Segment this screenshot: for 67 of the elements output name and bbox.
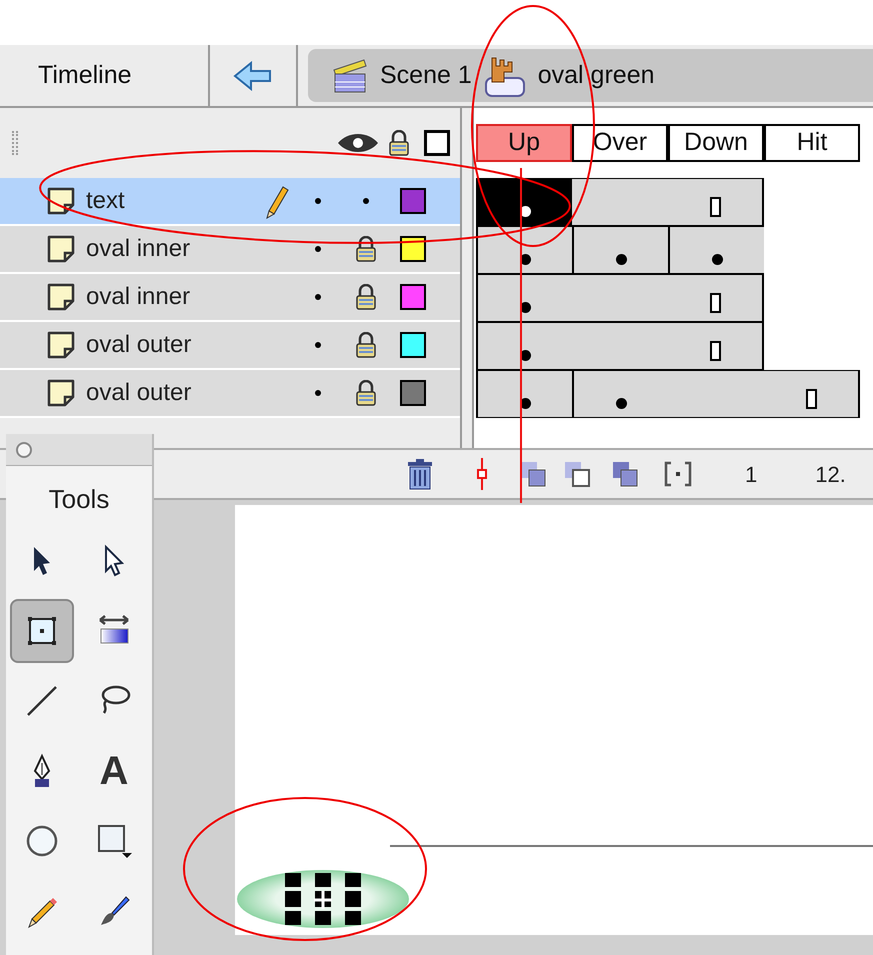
tools-title: Tools — [48, 483, 110, 516]
end-frame-marker — [710, 341, 720, 361]
frame-cell[interactable] — [668, 274, 764, 322]
layer-row[interactable]: oval inner — [0, 274, 460, 322]
frame-cell[interactable] — [572, 370, 668, 418]
layer-color-swatch[interactable] — [400, 188, 426, 214]
layer-row[interactable]: oval inner — [0, 226, 460, 274]
breadcrumb-link[interactable]: Scene 1 — [380, 56, 472, 94]
layer-name: text — [86, 186, 126, 216]
text-tool-glyph: A — [100, 751, 128, 791]
layer-row[interactable]: oval outer — [0, 322, 460, 370]
center-frame-icon[interactable] — [475, 458, 489, 490]
panel-splitter[interactable] — [460, 108, 474, 448]
layer-name: oval outer — [86, 330, 192, 360]
layer-page-icon — [46, 330, 76, 360]
circle-icon — [24, 823, 60, 859]
left-arrow-icon — [233, 60, 273, 90]
layer-page-icon — [46, 378, 76, 408]
frame-label-tab[interactable]: Down — [668, 124, 764, 162]
end-frame-marker — [710, 293, 720, 313]
end-frame-marker — [710, 197, 720, 217]
frame-cell[interactable] — [668, 322, 764, 370]
lock-column-icon — [388, 130, 410, 156]
layer-page-icon — [46, 186, 76, 216]
tool-button[interactable] — [10, 599, 74, 663]
eye-icon[interactable] — [336, 131, 380, 155]
frame-label-tab[interactable]: Over — [572, 124, 668, 162]
onion-markers-icon[interactable] — [663, 460, 693, 488]
padlock-icon — [355, 284, 377, 310]
frame-cell[interactable] — [572, 226, 668, 274]
layer-name: oval inner — [86, 282, 192, 312]
padlock-icon — [355, 380, 377, 406]
layer-name: oval inner — [86, 234, 192, 264]
frame-cell[interactable] — [572, 178, 668, 226]
trash-icon[interactable] — [405, 458, 435, 490]
layer-color-swatch[interactable] — [400, 284, 426, 310]
current-frame-number: 1 — [745, 460, 758, 488]
breadcrumb-link[interactable]: oval green — [538, 56, 654, 94]
frame-label-tab[interactable]: Up — [476, 124, 572, 162]
frame-cell[interactable] — [668, 226, 764, 274]
square-icon — [96, 823, 132, 859]
layer-color-swatch[interactable] — [400, 236, 426, 262]
panel-close-button[interactable] — [16, 442, 32, 458]
frame-cell[interactable] — [476, 274, 572, 322]
frame-cell[interactable] — [476, 322, 572, 370]
frame-cell[interactable] — [764, 370, 860, 418]
layer-row[interactable]: text — [0, 178, 460, 226]
layer-color-swatch[interactable] — [400, 332, 426, 358]
tool-button[interactable]: A — [82, 739, 146, 803]
frame-cell[interactable] — [668, 178, 764, 226]
padlock-icon — [355, 332, 377, 358]
frame-rate-value: 12. — [815, 460, 846, 488]
layer-row[interactable]: oval outer — [0, 370, 460, 418]
frame-label-tab[interactable]: Hit — [764, 124, 860, 162]
frame-cell[interactable] — [476, 370, 572, 418]
outline-square-icon[interactable] — [424, 130, 450, 156]
timeline-tab[interactable]: Timeline — [0, 45, 210, 106]
padlock-icon — [355, 236, 377, 262]
grip-handle[interactable] — [12, 131, 18, 155]
layer-name: oval outer — [86, 378, 192, 408]
frame-cell[interactable] — [476, 178, 572, 226]
frame-cell[interactable] — [476, 226, 572, 274]
onion-outline-icon[interactable] — [563, 460, 593, 488]
layer-color-swatch[interactable] — [400, 380, 426, 406]
end-frame-marker — [806, 389, 816, 409]
layer-page-icon — [46, 234, 76, 264]
layer-page-icon — [46, 282, 76, 312]
